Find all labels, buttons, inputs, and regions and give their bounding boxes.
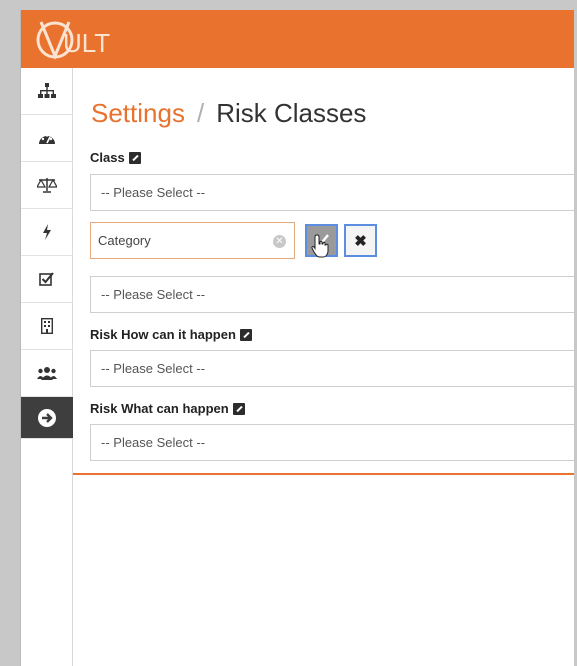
risk-how-label: Risk How can it happen — [90, 327, 252, 342]
category-input[interactable]: Category ✕ — [90, 222, 295, 259]
category-input-value: Category — [98, 233, 151, 248]
balance-scale-icon — [37, 178, 57, 193]
risk-how-select[interactable]: -- Please Select -- — [90, 350, 574, 387]
clear-input-icon[interactable]: ✕ — [273, 235, 286, 248]
sidebar-item-hierarchy[interactable] — [21, 68, 73, 115]
breadcrumb-separator: / — [196, 98, 205, 128]
sidebar-item-events[interactable] — [21, 209, 73, 256]
class-select[interactable]: -- Please Select -- — [90, 174, 574, 211]
risk-what-label: Risk What can happen — [90, 401, 245, 416]
edit-icon[interactable] — [239, 328, 252, 341]
risk-what-select[interactable]: -- Please Select -- — [90, 424, 574, 461]
page-title: Settings / Risk Classes — [91, 98, 366, 129]
users-icon — [37, 367, 57, 380]
page-heading: Risk Classes — [216, 98, 367, 128]
class-label-text: Class — [90, 150, 125, 165]
category-select[interactable]: -- Please Select -- — [90, 276, 574, 313]
sidebar-item-tasks[interactable] — [21, 256, 73, 303]
sidebar-item-balance[interactable] — [21, 162, 73, 209]
cancel-button[interactable]: ✖ — [344, 224, 377, 257]
sidebar — [21, 68, 73, 666]
section-divider — [73, 473, 574, 475]
checkbox-icon — [39, 272, 54, 286]
arrow-right-circle-icon — [38, 408, 56, 427]
building-icon — [41, 318, 53, 334]
edit-icon[interactable] — [128, 151, 141, 164]
hand-cursor-icon — [311, 234, 329, 258]
bolt-icon — [43, 224, 51, 240]
edit-icon[interactable] — [232, 402, 245, 415]
logo-text: ULT — [63, 28, 111, 58]
app-window: ULT Settings / Risk Classes Class -- Ple… — [20, 10, 574, 666]
sidebar-item-dashboard[interactable] — [21, 115, 73, 162]
risk-how-label-text: Risk How can it happen — [90, 327, 236, 342]
risk-what-label-text: Risk What can happen — [90, 401, 229, 416]
vault-logo[interactable]: ULT — [33, 16, 143, 64]
sidebar-item-exit[interactable] — [21, 397, 73, 439]
sidebar-item-buildings[interactable] — [21, 303, 73, 350]
class-label: Class — [90, 150, 141, 165]
sitemap-icon — [38, 83, 56, 98]
dashboard-icon — [39, 134, 55, 144]
top-header-bar: ULT — [21, 10, 574, 68]
main-content: Settings / Risk Classes Class -- Please Se… — [73, 68, 574, 475]
sidebar-item-users[interactable] — [21, 350, 73, 397]
breadcrumb-settings[interactable]: Settings — [91, 98, 185, 128]
